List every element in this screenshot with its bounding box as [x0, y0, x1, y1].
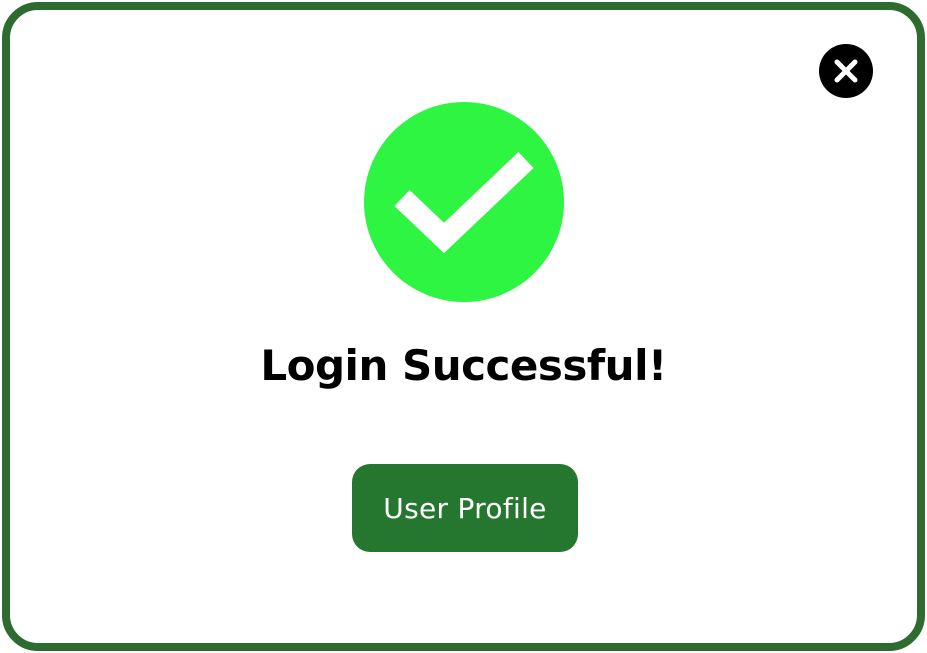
- close-button[interactable]: [819, 44, 873, 98]
- success-dialog: [2, 2, 925, 651]
- checkmark-icon: [394, 152, 534, 254]
- success-indicator: [364, 102, 564, 302]
- user-profile-button[interactable]: User Profile: [352, 464, 578, 552]
- user-profile-button-label: User Profile: [383, 491, 547, 525]
- dialog-title: Login Successful!: [260, 341, 667, 390]
- close-icon: [834, 59, 858, 83]
